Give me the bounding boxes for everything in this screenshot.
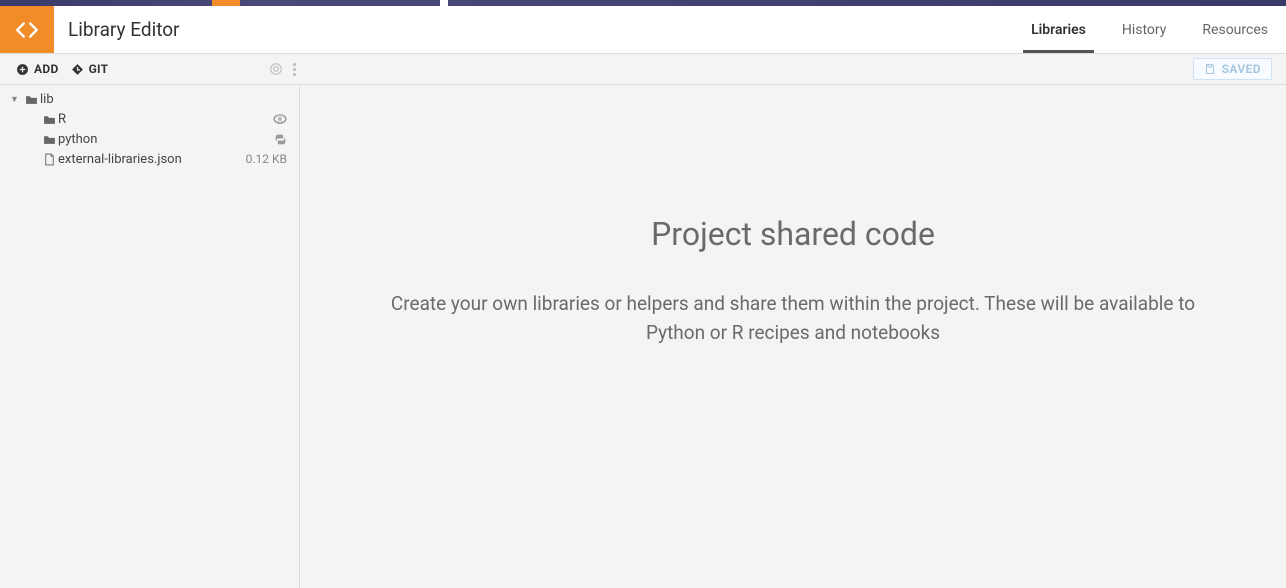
saved-badge: SAVED [1193,58,1272,80]
add-button[interactable]: ADD [16,62,59,76]
page-title: Library Editor [54,6,194,53]
body: ▼ lib R R python [0,85,1286,588]
chevron-down-icon: ▼ [10,94,22,105]
file-icon [40,153,58,166]
git-button-label: GIT [89,62,109,76]
app-logo[interactable] [0,6,54,53]
tab-history[interactable]: History [1104,6,1185,53]
more-menu-icon[interactable] [293,63,296,76]
add-button-label: ADD [34,62,59,76]
save-icon [1204,63,1216,75]
tree-item-label: R [58,112,66,127]
toolbar: ADD GIT SAVED [0,54,1286,85]
tree-item-r[interactable]: R R [0,109,299,129]
git-button[interactable]: GIT [71,62,109,76]
git-icon [71,63,84,76]
saved-badge-label: SAVED [1222,62,1261,76]
tab-libraries[interactable]: Libraries [1013,6,1104,53]
sidebar-toolbar: ADD GIT [6,54,306,85]
tree-item-external-libraries[interactable]: external-libraries.json 0.12 KB [0,149,299,169]
file-size: 0.12 KB [246,152,287,166]
tree-item-label: python [58,132,97,147]
main-toolbar: SAVED [306,58,1280,80]
folder-icon [22,94,40,105]
tree-item-python[interactable]: python [0,129,299,149]
header-bar: Library Editor Libraries History Resourc… [0,6,1286,54]
main-title: Project shared code [651,215,935,253]
python-icon [274,133,287,146]
main-description: Create your own libraries or helpers and… [383,289,1203,348]
svg-text:R: R [278,115,282,123]
r-lang-icon: R [273,113,287,125]
folder-icon [40,114,58,125]
tree-root-label: lib [40,92,54,107]
code-icon [14,17,40,43]
plus-circle-icon [16,63,29,76]
tree-root-lib[interactable]: ▼ lib [0,89,299,109]
tab-resources[interactable]: Resources [1184,6,1286,53]
main-panel: Project shared code Create your own libr… [300,85,1286,588]
folder-icon [40,134,58,145]
target-icon[interactable] [269,62,283,76]
tree-item-label: external-libraries.json [58,152,182,167]
file-tree: ▼ lib R R python [0,85,300,588]
header-tabs: Libraries History Resources [1013,6,1286,53]
